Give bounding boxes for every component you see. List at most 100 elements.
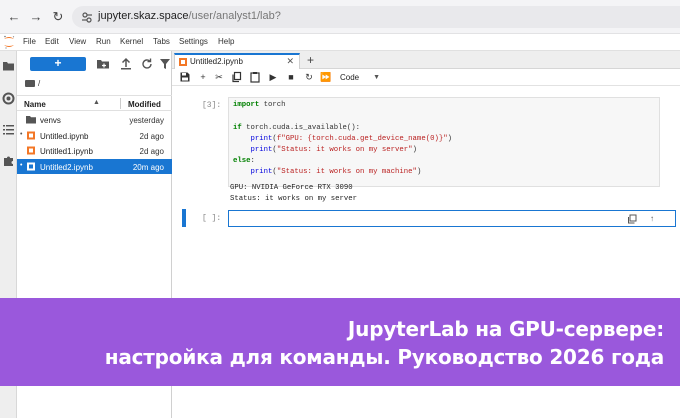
file-list-header: Name ▲ Modified (17, 95, 172, 111)
code-line: print(f"GPU: {torch.cuda.get_device_name… (250, 135, 452, 143)
browser-toolbar: ← → ↻ jupyter.skaz.space/user/analyst1/l… (0, 0, 680, 34)
column-name-header[interactable]: Name (24, 100, 46, 109)
menu-help[interactable]: Help (218, 37, 234, 46)
code-token: print (250, 146, 273, 154)
address-bar[interactable]: jupyter.skaz.space/user/analyst1/lab? (72, 6, 680, 28)
code-cell-2-input[interactable]: ↑ (228, 210, 676, 227)
cut-icon[interactable]: ✂ (213, 71, 225, 83)
extensions-puzzle-icon[interactable] (2, 154, 15, 167)
breadcrumb[interactable]: / (25, 79, 40, 88)
menu-run[interactable]: Run (96, 37, 111, 46)
menu-settings[interactable]: Settings (179, 37, 208, 46)
arrow-right-icon[interactable]: → (28, 9, 44, 25)
notebook-toolbar: + ✂ ▶ ■ ↻ ⏩ Code ▼ (172, 69, 680, 86)
cell1-prompt: [3]: (202, 101, 222, 110)
chevron-down-icon: ▼ (373, 74, 380, 81)
new-folder-icon[interactable] (96, 57, 110, 71)
new-launcher-button[interactable]: + (30, 57, 86, 71)
file-name: venvs (40, 116, 61, 125)
filter-icon[interactable] (158, 57, 172, 71)
stop-icon[interactable]: ■ (285, 71, 297, 83)
code-token: "Status: it works on my machine" (276, 168, 417, 176)
column-divider[interactable] (120, 98, 121, 109)
notebook-icon (179, 58, 187, 66)
code-cell-1[interactable]: import torch if torch.cuda.is_available(… (228, 97, 660, 187)
upload-icon[interactable] (119, 57, 133, 71)
arrow-left-icon[interactable]: ← (6, 9, 22, 25)
notebook-icon (27, 162, 35, 170)
refresh-icon[interactable] (140, 57, 154, 71)
jupyter-logo-icon (4, 35, 15, 49)
active-cell-indicator (182, 209, 186, 227)
cell1-output-line: Status: it works on my server (230, 195, 357, 203)
close-icon[interactable]: ✕ (286, 56, 294, 67)
cell1-output-line: GPU: NVIDIA GeForce RTX 3090 (230, 184, 353, 192)
reload-icon[interactable]: ↻ (50, 9, 66, 25)
banner-title-line1: JupyterLab на GPU-сервере: (347, 317, 664, 341)
menu-bar: File Edit View Run Kernel Tabs Settings … (0, 34, 680, 51)
column-modified-header[interactable]: Modified (128, 100, 161, 109)
file-modified: 20m ago (132, 162, 164, 172)
duplicate-cell-icon[interactable] (627, 214, 637, 224)
running-indicator-icon: • (20, 161, 23, 169)
restart-kernel-icon[interactable]: ↻ (303, 71, 315, 83)
menu-tabs[interactable]: Tabs (153, 37, 170, 46)
add-tab-button[interactable]: + (307, 53, 314, 67)
file-modified: 2d ago (139, 147, 164, 156)
run-icon[interactable]: ▶ (267, 71, 279, 83)
table-of-contents-icon[interactable] (2, 123, 15, 136)
cell-type-value: Code (340, 73, 360, 82)
code-line: import torch (233, 101, 286, 109)
url-text: jupyter.skaz.space/user/analyst1/lab? (98, 10, 281, 22)
folder-icon (26, 116, 36, 124)
url-host: jupyter.skaz.space (98, 10, 189, 22)
notebook-icon (27, 146, 35, 155)
running-kernels-icon[interactable] (2, 92, 15, 105)
file-name: Untitled.ipynb (40, 131, 89, 141)
cell2-prompt: [ ]: (202, 214, 222, 223)
notebook-icon (27, 131, 35, 139)
save-icon[interactable] (179, 71, 191, 83)
tab-label: Untitled2.ipynb (190, 57, 243, 66)
file-name: Untitled2.ipynb (40, 162, 93, 172)
url-path: /user/analyst1/lab? (188, 10, 281, 22)
file-row[interactable]: Untitled1.ipynb 2d ago (17, 143, 172, 158)
code-line: print("Status: it works on my machine") (250, 168, 422, 176)
code-token: if (233, 124, 242, 132)
sort-ascending-icon: ▲ (93, 99, 100, 106)
running-indicator-icon: • (20, 130, 23, 138)
code-token: "Status: it works on my server" (276, 146, 413, 154)
code-line: else: (233, 157, 255, 165)
copy-icon[interactable] (231, 71, 243, 83)
breadcrumb-path: / (38, 79, 41, 88)
cell-type-select[interactable]: Code ▼ (340, 72, 380, 84)
file-modified: 2d ago (139, 131, 164, 141)
insert-cell-icon[interactable]: + (197, 71, 209, 83)
file-row[interactable]: venvs yesterday (17, 112, 172, 127)
file-row[interactable]: • Untitled.ipynb 2d ago (17, 128, 172, 143)
title-banner: JupyterLab на GPU-сервере: настройка для… (0, 298, 680, 386)
code-token: f"GPU: {torch.cuda.get_device_name(0)}" (276, 135, 448, 143)
main-tab-bar: Untitled2.ipynb ✕ + (172, 51, 680, 69)
file-name: Untitled1.ipynb (40, 147, 93, 156)
menu-kernel[interactable]: Kernel (120, 37, 143, 46)
tab-untitled2[interactable]: Untitled2.ipynb ✕ (174, 53, 300, 69)
move-up-icon[interactable]: ↑ (647, 214, 657, 224)
banner-title-line2: настройка для команды. Руководство 2026 … (104, 345, 664, 369)
code-token: print (250, 135, 273, 143)
restart-run-all-icon[interactable]: ⏩ (320, 71, 332, 83)
menu-edit[interactable]: Edit (45, 37, 59, 46)
file-modified: yesterday (129, 116, 164, 125)
menu-file[interactable]: File (23, 37, 36, 46)
code-line: if torch.cuda.is_available(): (233, 124, 360, 132)
site-info-icon[interactable] (80, 10, 94, 24)
breadcrumb-folder-icon (25, 80, 35, 87)
menu-view[interactable]: View (69, 37, 86, 46)
file-row[interactable]: • Untitled2.ipynb 20m ago (17, 158, 172, 174)
code-token: else (233, 157, 251, 165)
code-token: print (250, 168, 273, 176)
folder-icon[interactable] (2, 59, 15, 72)
paste-icon[interactable] (249, 71, 261, 83)
code-token: import (233, 101, 260, 109)
code-line: print("Status: it works on my server") (250, 146, 417, 154)
